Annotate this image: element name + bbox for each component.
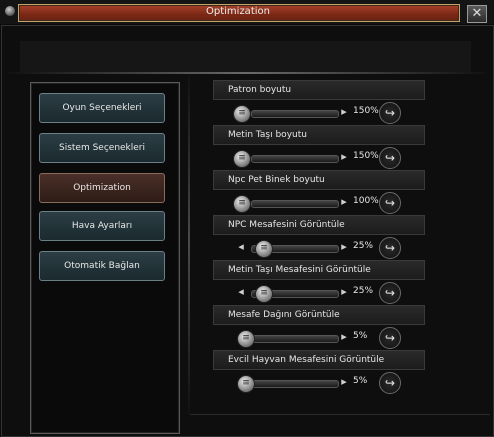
increase-arrow-icon[interactable]: ▸: [336, 330, 352, 344]
option-5: Metin Taşı Mesafesini Görüntüle ◂ ▸ ≡ 25% ↪: [213, 260, 425, 306]
option-value: 5%: [353, 376, 368, 386]
option-value: 150%: [353, 106, 379, 116]
option-slider-row: ◂▸≡5%↪: [213, 370, 425, 396]
slider-knob[interactable]: ≡: [255, 240, 273, 258]
option-label: Metin Taşı Mesafesini Görüntüle: [213, 260, 425, 280]
increase-arrow-icon[interactable]: ▸: [336, 195, 352, 209]
option-label: Mesafe Dağını Görüntüle: [213, 305, 425, 325]
optimization-window: Optimization ✕ Oyun Seçenekleri Sistem S…: [0, 0, 494, 437]
reset-icon[interactable]: ↪: [379, 282, 401, 304]
slider-knob[interactable]: ≡: [233, 195, 251, 213]
option-slider-row: ◂ ▸ ≡ 25% ↪: [213, 280, 425, 306]
slider-knob[interactable]: ≡: [237, 375, 255, 393]
increase-arrow-icon[interactable]: ▸: [336, 240, 352, 254]
top-band: [20, 41, 471, 73]
increase-arrow-icon[interactable]: ▸: [336, 285, 352, 299]
option-slider-row: ◂▸≡150%↪: [213, 145, 425, 171]
sidebar-item-hava-ayarlari[interactable]: Hava Ayarları: [39, 211, 165, 241]
option-6: Mesafe Dağını Görüntüle◂▸≡5%↪: [213, 305, 425, 351]
sidebar-item-oyun-secenekleri[interactable]: Oyun Seçenekleri: [39, 93, 165, 123]
increase-arrow-icon[interactable]: ▸: [336, 105, 352, 119]
option-1: Patron boyutu◂▸≡150%↪: [213, 80, 425, 126]
window-gem-icon: [5, 6, 15, 16]
sidebar-item-sistem-secenekleri[interactable]: Sistem Seçenekleri: [39, 133, 165, 163]
slider-track[interactable]: [251, 155, 339, 163]
increase-arrow-icon[interactable]: ▸: [336, 150, 352, 164]
title-bar[interactable]: Optimization ✕: [0, 0, 494, 24]
option-label: Metin Taşı boyutu: [213, 125, 425, 145]
divider: [8, 72, 486, 74]
window-title: Optimization: [206, 6, 270, 17]
option-slider-row: ◂ ▸ ≡ 25% ↪: [213, 235, 425, 261]
option-slider-row: ◂▸≡100%↪: [213, 190, 425, 216]
slider-track[interactable]: [251, 380, 339, 388]
slider-track[interactable]: [251, 110, 339, 118]
slider-track[interactable]: [251, 200, 339, 208]
slider-knob[interactable]: ≡: [233, 105, 251, 123]
option-2: Metin Taşı boyutu◂▸≡150%↪: [213, 125, 425, 171]
close-icon[interactable]: ✕: [467, 5, 487, 23]
reset-icon[interactable]: ↪: [379, 372, 401, 394]
slider-knob[interactable]: ≡: [255, 285, 273, 303]
option-value: 5%: [353, 331, 368, 341]
option-7: Evcil Hayvan Mesafesini Görüntüle◂▸≡5%↪: [213, 350, 425, 396]
slider-knob[interactable]: ≡: [237, 330, 255, 348]
option-4: NPC Mesafesini Görüntüle ◂ ▸ ≡ 25% ↪: [213, 215, 425, 261]
option-value: 100%: [353, 196, 379, 206]
sidebar-item-otomatik-baglan[interactable]: Otomatik Bağlan: [39, 251, 165, 281]
option-slider-row: ◂▸≡150%↪: [213, 100, 425, 126]
option-value: 25%: [353, 286, 374, 296]
reset-icon[interactable]: ↪: [379, 327, 401, 349]
decrease-arrow-icon[interactable]: ◂: [233, 285, 249, 299]
category-panel: Oyun Seçenekleri Sistem Seçenekleri Opti…: [30, 82, 180, 434]
vertical-divider: [188, 74, 190, 414]
option-value: 25%: [353, 241, 374, 251]
reset-icon[interactable]: ↪: [379, 147, 401, 169]
slider-knob[interactable]: ≡: [233, 150, 251, 168]
option-3: Npc Pet Binek boyutu◂▸≡100%↪: [213, 170, 425, 216]
option-label: Patron boyutu: [213, 80, 425, 100]
option-value: 150%: [353, 151, 379, 161]
reset-icon[interactable]: ↪: [379, 192, 401, 214]
sidebar-item-optimization[interactable]: Optimization: [39, 173, 165, 203]
divider: [190, 414, 490, 415]
increase-arrow-icon[interactable]: ▸: [336, 375, 352, 389]
option-label: Npc Pet Binek boyutu: [213, 170, 425, 190]
option-slider-row: ◂▸≡5%↪: [213, 325, 425, 351]
decrease-arrow-icon[interactable]: ◂: [233, 240, 249, 254]
slider-track[interactable]: [251, 335, 339, 343]
reset-icon[interactable]: ↪: [379, 102, 401, 124]
reset-icon[interactable]: ↪: [379, 237, 401, 259]
option-label: Evcil Hayvan Mesafesini Görüntüle: [213, 350, 425, 370]
option-label: NPC Mesafesini Görüntüle: [213, 215, 425, 235]
